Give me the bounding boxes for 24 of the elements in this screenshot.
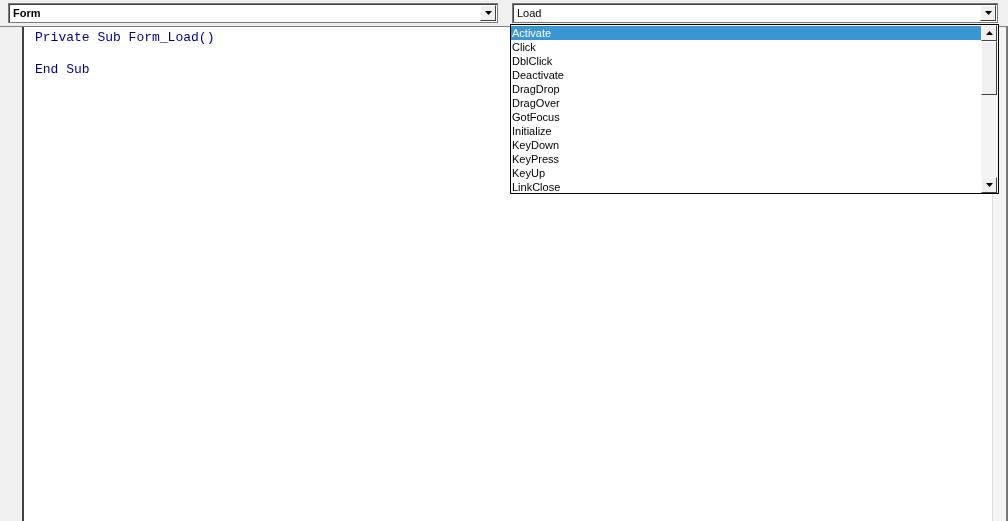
list-item[interactable]: Deactivate xyxy=(511,68,981,82)
list-item[interactable]: KeyUp xyxy=(511,166,981,180)
object-combo[interactable]: Form xyxy=(8,3,498,23)
list-item[interactable]: DblClick xyxy=(511,54,981,68)
list-item[interactable]: DragDrop xyxy=(511,82,981,96)
list-item[interactable]: DragOver xyxy=(511,96,981,110)
scroll-thumb[interactable] xyxy=(981,41,997,95)
list-item[interactable]: GotFocus xyxy=(511,110,981,124)
scroll-up-button[interactable] xyxy=(981,25,997,41)
code-line: End Sub xyxy=(35,62,90,78)
scroll-down-button[interactable] xyxy=(981,177,997,193)
dropdown-button[interactable] xyxy=(980,5,996,21)
caret-icon xyxy=(985,183,993,187)
list-item[interactable]: KeyPress xyxy=(511,152,981,166)
list-item[interactable]: Initialize xyxy=(511,124,981,138)
caret-icon xyxy=(984,11,992,15)
list-item[interactable]: KeyDown xyxy=(511,138,981,152)
list-item[interactable]: Click xyxy=(511,40,981,54)
list-item[interactable]: LinkClose xyxy=(511,180,981,194)
dropdown-button[interactable] xyxy=(480,5,496,21)
caret-icon xyxy=(985,31,993,35)
caret-icon xyxy=(484,11,492,15)
procedure-combo[interactable]: Load xyxy=(512,3,998,23)
code-line: Private Sub Form_Load() xyxy=(35,30,215,46)
